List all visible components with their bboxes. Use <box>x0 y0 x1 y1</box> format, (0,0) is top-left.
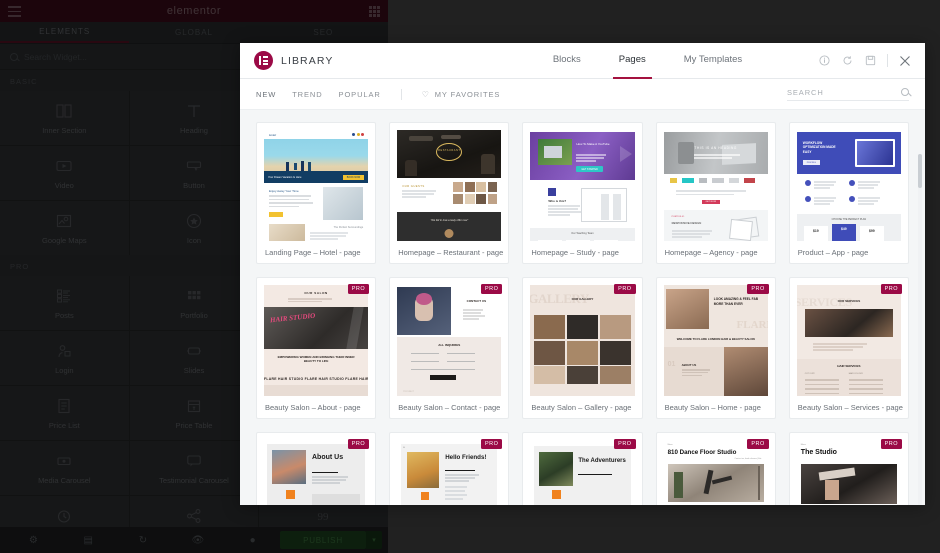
template-card[interactable]: PROAbout UsHow it all began <box>256 432 377 505</box>
scrollbar-thumb[interactable] <box>918 154 922 188</box>
template-card[interactable]: WORKFLOW OPTIMIZATION MADE EASY PRICING CH… <box>788 122 909 264</box>
template-name: Beauty Salon – Contact - page <box>398 402 501 412</box>
template-name: Homepage – Restaurant - page <box>398 247 504 257</box>
template-card[interactable]: How To Make A YouTube GET STARTED Who is t… <box>522 122 643 264</box>
my-favorites-label: MY FAVORITES <box>434 89 501 99</box>
tab-blocks[interactable]: Blocks <box>547 43 587 79</box>
template-name: Homepage – Agency - page <box>664 247 758 257</box>
template-card[interactable]: PRO GALLERY OUR GALLERY Beauty Salon – Gall… <box>522 277 643 419</box>
library-modal-header: LIBRARY Blocks Pages My Templates <box>240 43 925 79</box>
save-icon[interactable] <box>864 55 876 67</box>
template-grid: Hotel Your Dream Vacation Is Here BOOK NOW… <box>256 122 909 505</box>
template-card[interactable]: PRO a Hello Friends! <box>389 432 510 505</box>
filter-my-favorites[interactable]: ♡ MY FAVORITES <box>422 90 501 99</box>
pro-badge: PRO <box>747 284 769 294</box>
template-thumbnail: Menu 810 Dance Floor Studio Contact us, bo… <box>663 440 768 505</box>
library-tabs: Blocks Pages My Templates <box>484 43 811 79</box>
library-title: LIBRARY <box>281 54 334 67</box>
template-thumbnail: OUR SALON HAIR STUDIO EMPOWERING WOMEN AND… <box>264 285 369 396</box>
template-card[interactable]: Hotel Your Dream Vacation Is Here BOOK NOW… <box>256 122 377 264</box>
pro-badge: PRO <box>747 439 769 449</box>
filter-new[interactable]: NEW <box>256 90 276 99</box>
template-name: Beauty Salon – Home - page <box>664 402 761 412</box>
tab-pages[interactable]: Pages <box>612 43 652 79</box>
library-filters: NEW TREND POPULAR ♡ MY FAVORITES <box>256 88 501 100</box>
template-thumbnail: How To Make A YouTube GET STARTED Who is t… <box>530 130 635 241</box>
pro-badge: PRO <box>347 439 370 449</box>
template-name: Landing Page – Hotel - page <box>265 247 361 257</box>
template-card[interactable]: THIS IS AN HEADING GET NOW PORTFOLIO RESPON… <box>655 122 776 264</box>
template-card[interactable]: PRO The Adventurers <box>522 432 643 505</box>
template-card[interactable]: PRO Menu 810 Dance Floor Studio Contact us,… <box>655 432 776 505</box>
screen: elementor ELEMENTS GLOBAL SEO Search Wid… <box>0 0 940 553</box>
template-thumbnail: WORKFLOW OPTIMIZATION MADE EASY PRICING CH… <box>796 130 901 241</box>
library-filter-bar: NEW TREND POPULAR ♡ MY FAVORITES SEARCH <box>240 79 925 110</box>
template-thumbnail: The Adventurers <box>530 440 635 505</box>
library-header-actions <box>811 54 911 67</box>
pro-badge: PRO <box>480 284 503 294</box>
template-thumbnail: CONTACT US ALL INQUIRIES Contact <box>397 285 502 396</box>
template-thumbnail: THIS IS AN HEADING GET NOW PORTFOLIO RESPON… <box>663 130 768 241</box>
pro-badge: PRO <box>347 284 370 294</box>
template-name: Beauty Salon – About - page <box>265 402 361 412</box>
filter-trend[interactable]: TREND <box>292 90 322 99</box>
header-divider <box>887 54 888 67</box>
template-thumbnail: About UsHow it all began <box>264 440 369 505</box>
pro-badge: PRO <box>614 284 636 294</box>
template-thumbnail: SERVICES OUR SERVICES HAIR SERVICES CUT / D… <box>796 285 901 396</box>
template-card[interactable]: PROMenuThe StudioOur Story <box>788 432 909 505</box>
tab-my-templates[interactable]: My Templates <box>678 43 748 79</box>
template-card[interactable]: RESTAURANT OUR GUESTS “We fell in love a t… <box>389 122 510 264</box>
template-name: Homepage – Study - page <box>531 247 619 257</box>
library-search[interactable]: SEARCH <box>787 88 909 101</box>
template-thumbnail: GALLERY OUR GALLERY <box>530 285 635 396</box>
library-brand: LIBRARY <box>254 51 484 70</box>
scrollbar[interactable] <box>918 154 922 505</box>
template-thumbnail: RESTAURANT OUR GUESTS “We fell in love a t… <box>397 130 502 241</box>
sync-icon[interactable] <box>841 55 853 67</box>
template-card[interactable]: PRO LOOK AMAZING & FEEL FAB MORE THAN EVE… <box>655 277 776 419</box>
template-thumbnail: Hotel Your Dream Vacation Is Here BOOK NOW… <box>264 130 369 241</box>
pro-badge: PRO <box>880 284 902 294</box>
pro-badge: PRO <box>614 439 636 449</box>
template-name: Product – App - page <box>797 247 869 257</box>
info-icon[interactable] <box>818 55 830 67</box>
template-name: Beauty Salon – Gallery - page <box>531 402 632 412</box>
pro-badge: PRO <box>880 439 902 449</box>
template-card[interactable]: PRO OUR SALON HAIR STUDIO EMPOWERING WOMEN … <box>256 277 377 419</box>
elementor-logo-icon <box>254 51 273 70</box>
search-icon <box>901 88 909 96</box>
close-icon[interactable] <box>899 55 911 67</box>
template-card[interactable]: PRO SERVICES OUR SERVICES HAIR SERVICES CUT … <box>788 277 909 419</box>
template-grid-container[interactable]: Hotel Your Dream Vacation Is Here BOOK NOW… <box>240 110 925 505</box>
template-card[interactable]: PRO CONTACT US ALL INQUIRIES Contact Beauty … <box>389 277 510 419</box>
pro-badge: PRO <box>480 439 503 449</box>
template-thumbnail: a Hello Friends! <box>397 440 502 505</box>
heart-icon: ♡ <box>421 89 430 99</box>
library-modal: LIBRARY Blocks Pages My Templates NEW TR… <box>240 43 925 505</box>
template-thumbnail: LOOK AMAZING & FEEL FAB MORE THAN EVER FL… <box>663 285 768 396</box>
filter-divider <box>400 88 402 100</box>
filter-popular[interactable]: POPULAR <box>339 90 381 99</box>
template-name: Beauty Salon – Services - page <box>797 402 903 412</box>
library-search-placeholder: SEARCH <box>787 87 824 97</box>
template-thumbnail: MenuThe StudioOur Story <box>796 440 901 505</box>
